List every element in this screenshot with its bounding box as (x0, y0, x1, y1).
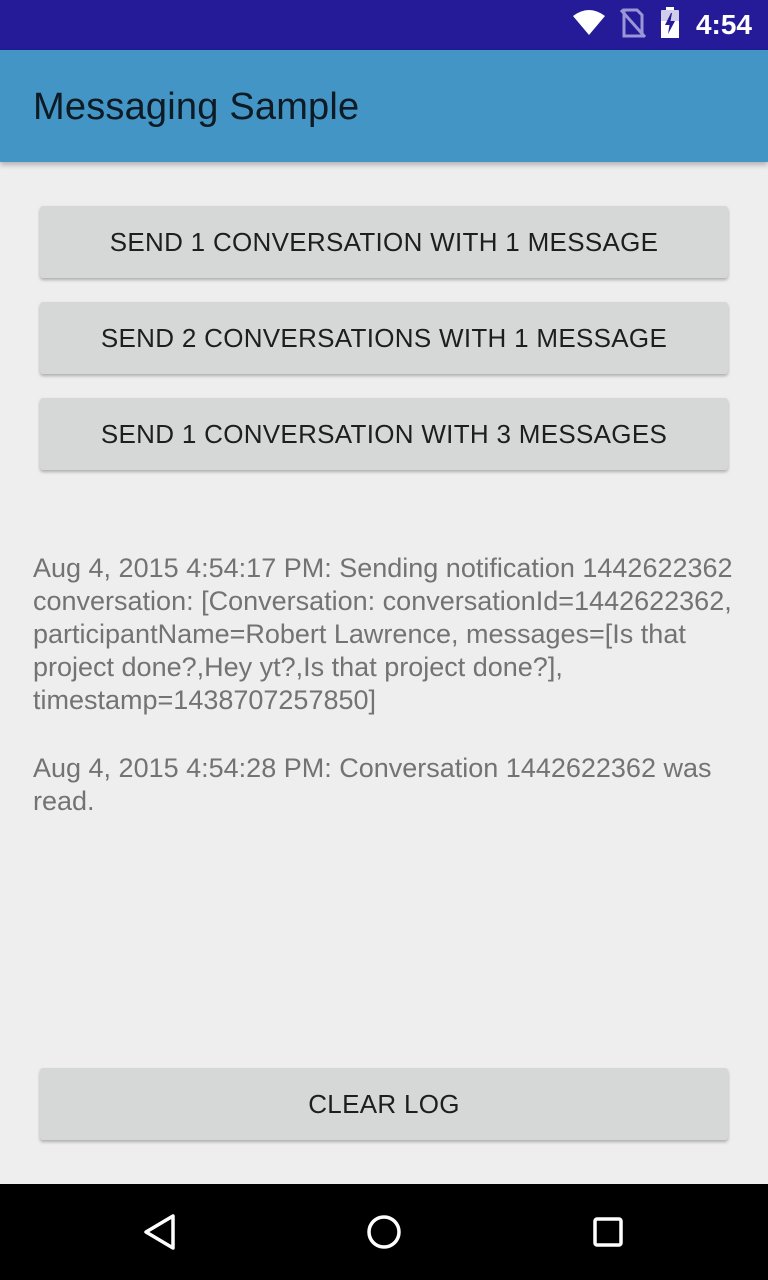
status-time: 4:54 (695, 9, 752, 40)
no-sim-icon (619, 8, 647, 43)
log-entry: Aug 4, 2015 4:54:28 PM: Conversation 144… (33, 753, 712, 816)
app-title: Messaging Sample (33, 86, 360, 128)
status-icons: 4:54 (572, 0, 752, 50)
app-bar: Messaging Sample (0, 50, 768, 162)
send-two-conversations-one-message-button[interactable]: SEND 2 CONVERSATIONS WITH 1 MESSAGE (40, 302, 728, 374)
clear-log-button[interactable]: CLEAR LOG (40, 1068, 728, 1140)
home-icon[interactable] (360, 1208, 408, 1256)
send-one-conversation-three-messages-button[interactable]: SEND 1 CONVERSATION WITH 3 MESSAGES (40, 398, 728, 470)
battery-charging-icon (660, 6, 680, 44)
log-output: Aug 4, 2015 4:54:17 PM: Sending notifica… (33, 552, 743, 853)
navigation-bar (0, 1184, 768, 1280)
recents-icon[interactable] (584, 1208, 632, 1256)
back-icon[interactable] (136, 1208, 184, 1256)
status-bar: 4:54 (0, 0, 768, 50)
send-one-conversation-one-message-button[interactable]: SEND 1 CONVERSATION WITH 1 MESSAGE (40, 206, 728, 278)
wifi-icon (572, 9, 606, 41)
log-entry: Aug 4, 2015 4:54:17 PM: Sending notifica… (33, 553, 733, 715)
